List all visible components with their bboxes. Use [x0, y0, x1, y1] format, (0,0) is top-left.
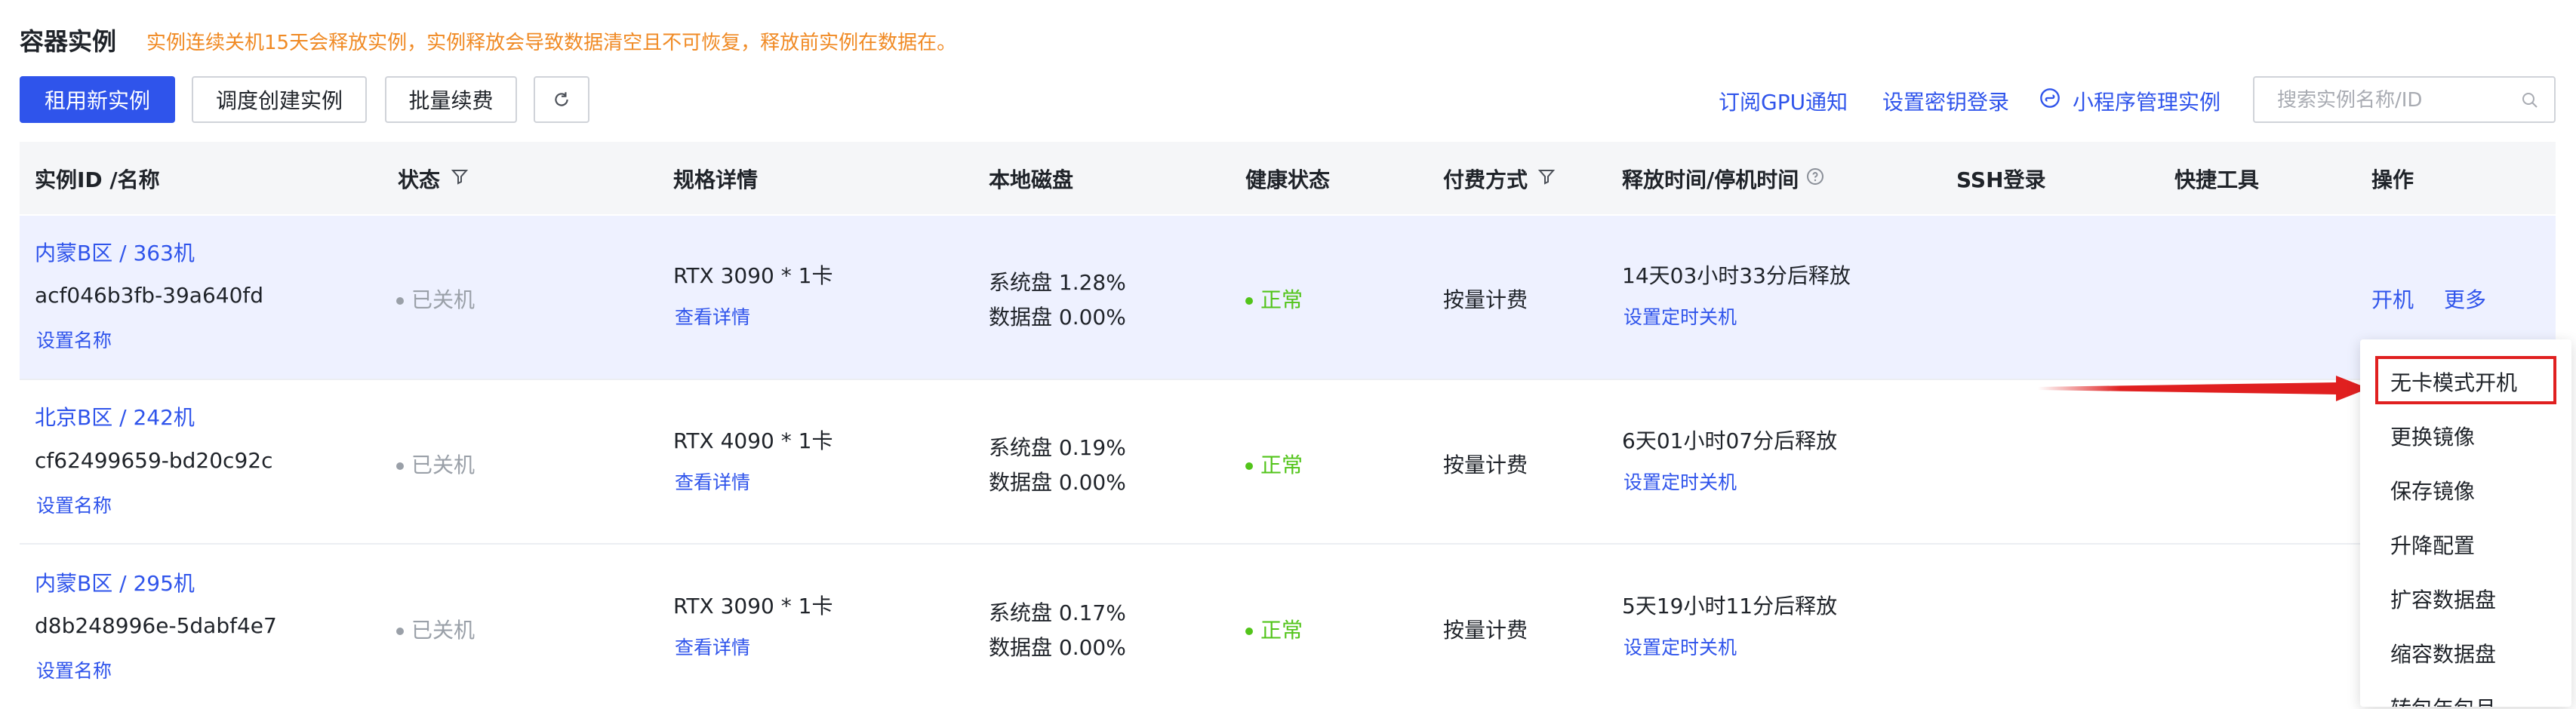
spec-detail-link[interactable]: 查看详情 [675, 468, 750, 495]
col-status: 状态 [398, 167, 441, 192]
annotation-arrow-icon [2038, 376, 2368, 401]
data-disk: 数据盘 0.00% [989, 635, 1126, 660]
col-disk: 本地磁盘 [989, 167, 1074, 192]
more-button[interactable]: 更多 [2444, 284, 2486, 314]
instance-id: acf046b3fb-39a640fd [35, 283, 264, 308]
spec-detail-link[interactable]: 查看详情 [675, 302, 750, 330]
schedule-create-button[interactable]: 调度创建实例 [192, 76, 367, 123]
col-spec: 规格详情 [673, 167, 759, 192]
col-instance: 实例ID /名称 [35, 167, 160, 192]
billing-filter-icon[interactable] [1537, 167, 1556, 186]
set-timer-link[interactable]: 设置定时关机 [1623, 633, 1737, 660]
search-box[interactable] [2253, 76, 2556, 123]
set-timer-link[interactable]: 设置定时关机 [1623, 468, 1737, 495]
release-time: 5天19小时11分后释放 [1622, 594, 1838, 618]
search-icon[interactable] [2521, 91, 2539, 109]
refresh-icon [555, 92, 568, 106]
col-health: 健康状态 [1245, 167, 1331, 192]
menu-item-expand-disk[interactable]: 扩容数据盘 [2390, 584, 2496, 614]
data-disk: 数据盘 0.00% [989, 305, 1126, 330]
status-badge: 已关机 [396, 284, 475, 314]
spec-text: RTX 4090 * 1卡 [673, 428, 833, 453]
page-title: 容器实例 [20, 27, 117, 56]
billing-type: 按量计费 [1443, 287, 1528, 312]
instance-id: d8b248996e-5dabf4e7 [35, 613, 277, 638]
status-filter-icon[interactable] [451, 167, 469, 186]
menu-item-shrink-disk[interactable]: 缩容数据盘 [2390, 638, 2496, 668]
instance-id: cf62499659-bd20c92c [35, 448, 273, 473]
status-badge: 已关机 [396, 449, 475, 479]
system-disk: 系统盘 0.17% [989, 600, 1126, 625]
menu-item-change-image[interactable]: 更换镜像 [2390, 421, 2475, 451]
more-dropdown-menu: 无卡模式开机 更换镜像 保存镜像 升降配置 扩容数据盘 缩容数据盘 转包年包月 [2360, 339, 2571, 707]
mini-program-icon [2040, 88, 2060, 108]
col-release: 释放时间/停机时间 [1622, 167, 1799, 192]
release-notice: 实例连续关机15天会释放实例，实例释放会导致数据清空且不可恢复，释放前实例在数据… [146, 32, 957, 54]
menu-item-nocard-start[interactable]: 无卡模式开机 [2390, 367, 2517, 397]
system-disk: 系统盘 1.28% [989, 270, 1126, 295]
gpu-notify-link[interactable]: 订阅GPU通知 [1719, 86, 1848, 116]
help-icon[interactable] [1806, 167, 1824, 186]
status-badge: 已关机 [396, 614, 475, 644]
col-actions: 操作 [2371, 167, 2414, 192]
col-billing: 付费方式 [1443, 167, 1528, 192]
instance-name-link[interactable]: 内蒙B区 / 363机 [35, 237, 195, 267]
health-status: 正常 [1245, 284, 1303, 314]
spec-detail-link[interactable]: 查看详情 [675, 633, 750, 660]
refresh-button[interactable] [534, 76, 589, 123]
spec-text: RTX 3090 * 1卡 [673, 594, 833, 618]
batch-renew-button[interactable]: 批量续费 [385, 76, 517, 123]
col-tools: 快捷工具 [2174, 167, 2260, 192]
rent-new-instance-button[interactable]: 租用新实例 [20, 76, 175, 123]
instance-name-link[interactable]: 内蒙B区 / 295机 [35, 567, 195, 597]
health-status: 正常 [1245, 449, 1303, 479]
billing-type: 按量计费 [1443, 618, 1528, 643]
search-input[interactable] [2276, 88, 2505, 112]
system-disk: 系统盘 0.19% [989, 435, 1126, 460]
menu-item-monthly[interactable]: 转包年包月 [2390, 692, 2496, 707]
start-button[interactable]: 开机 [2371, 284, 2414, 314]
set-name-link[interactable]: 设置名称 [36, 491, 112, 518]
release-time: 14天03小时33分后释放 [1622, 263, 1851, 288]
menu-item-change-config[interactable]: 升降配置 [2390, 529, 2475, 560]
mini-program-link[interactable]: 小程序管理实例 [2073, 86, 2221, 116]
billing-type: 按量计费 [1443, 453, 1528, 477]
menu-item-save-image[interactable]: 保存镜像 [2390, 475, 2475, 505]
key-login-link[interactable]: 设置密钥登录 [1882, 86, 2009, 116]
set-timer-link[interactable]: 设置定时关机 [1623, 302, 1737, 330]
col-ssh: SSH登录 [1956, 167, 2046, 192]
instance-name-link[interactable]: 北京B区 / 242机 [35, 401, 195, 431]
spec-text: RTX 3090 * 1卡 [673, 263, 833, 288]
set-name-link[interactable]: 设置名称 [36, 656, 112, 683]
set-name-link[interactable]: 设置名称 [36, 326, 112, 353]
release-time: 6天01小时07分后释放 [1622, 428, 1838, 453]
data-disk: 数据盘 0.00% [989, 470, 1126, 495]
health-status: 正常 [1245, 614, 1303, 644]
